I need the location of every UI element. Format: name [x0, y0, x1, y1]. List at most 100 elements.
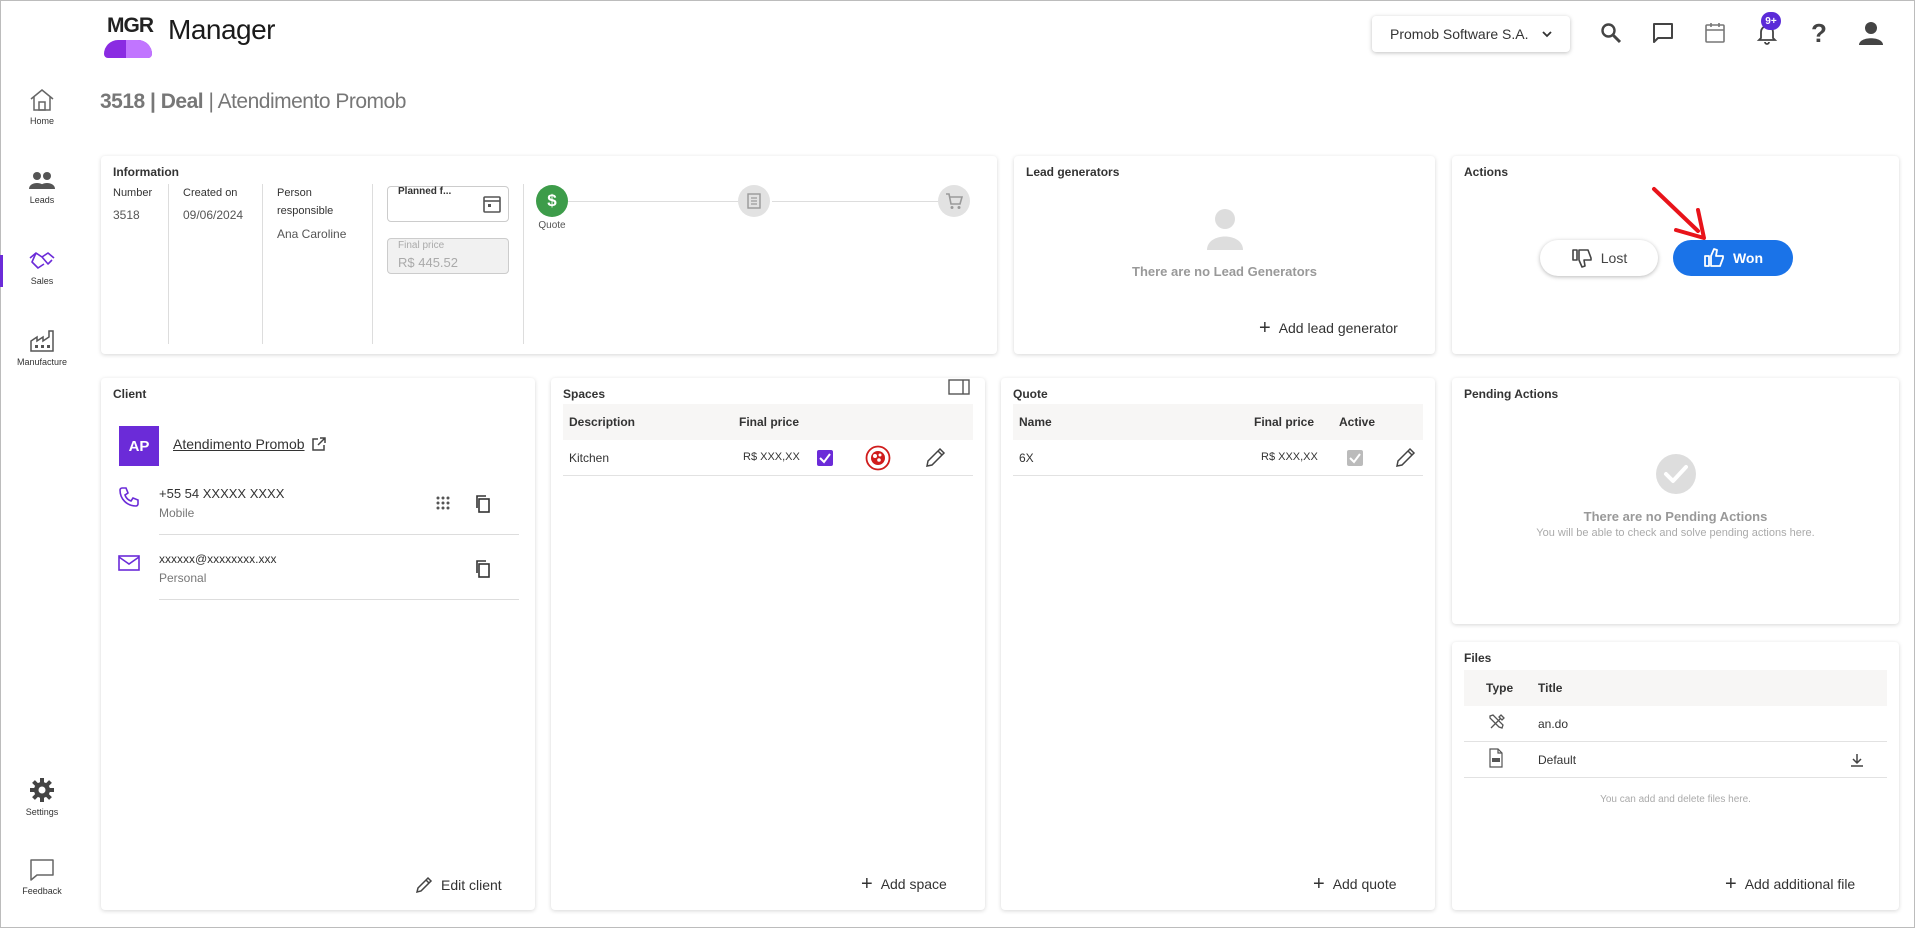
table-row[interactable]: Default	[1464, 742, 1887, 778]
pdf-icon	[1489, 748, 1503, 768]
feedback-icon	[30, 859, 54, 881]
lead-generators-card: Lead generators There are no Lead Genera…	[1014, 156, 1435, 354]
plus-icon: +	[1259, 317, 1271, 339]
quote-title: Quote	[1013, 387, 1048, 401]
person-icon	[1207, 209, 1243, 250]
add-space-button[interactable]: + Add space	[861, 873, 947, 895]
planned-date-field[interactable]: Planned f...	[387, 186, 509, 222]
client-name: Atendimento Promob	[173, 436, 305, 452]
divider	[262, 184, 263, 344]
app-title: Manager	[168, 14, 276, 45]
nav-item-feedback[interactable]: Feedback	[12, 858, 72, 896]
copy-icon[interactable]	[475, 495, 491, 513]
add-additional-file-button[interactable]: + Add additional file	[1725, 873, 1855, 895]
nav-item-manufacture[interactable]: Manufacture	[12, 329, 72, 367]
actions-card: Actions Lost Won	[1452, 156, 1899, 354]
files-note: You can add and delete files here.	[1600, 794, 1751, 805]
add-lead-generator-button[interactable]: + Add lead generator	[1259, 317, 1398, 339]
document-icon	[747, 193, 761, 209]
nav-label: Feedback	[22, 886, 62, 896]
final-price-value: R$ 445.52	[398, 255, 458, 270]
dialpad-icon[interactable]	[436, 496, 450, 512]
won-button[interactable]: Won	[1673, 240, 1793, 276]
phone-icon	[119, 487, 139, 507]
plus-icon: +	[861, 873, 873, 895]
file-title: Default	[1538, 753, 1577, 767]
step-quote[interactable]: $	[536, 185, 568, 217]
pending-empty-subtitle: You will be able to check and solve pend…	[1536, 527, 1815, 539]
nav-item-sales[interactable]: Sales	[12, 250, 72, 286]
pending-empty-title: There are no Pending Actions	[1583, 509, 1768, 524]
quote-card: Quote Name Final price Active 6X R$ XXX,…	[1001, 378, 1435, 910]
render-icon[interactable]	[865, 445, 891, 471]
spaces-card: Spaces Description Final price Kitchen R…	[551, 378, 985, 910]
account-icon[interactable]	[1856, 18, 1886, 48]
information-card: Information Number 3518 Created on 09/06…	[101, 156, 997, 354]
number-value: 3518	[113, 208, 140, 222]
deal-id: 3518 | Deal	[100, 90, 204, 113]
panel-toggle-icon[interactable]	[948, 379, 970, 395]
nav-item-leads[interactable]: Leads	[12, 171, 72, 205]
calendar-icon[interactable]	[1700, 18, 1730, 48]
table-row[interactable]: Kitchen R$ XXX,XX	[563, 440, 973, 476]
company-name: Promob Software S.A.	[1390, 26, 1529, 42]
col-final-price: Final price	[739, 415, 800, 429]
space-description: Kitchen	[569, 451, 610, 465]
copy-icon[interactable]	[475, 560, 491, 578]
calendar-icon[interactable]	[482, 194, 502, 214]
download-icon[interactable]	[1849, 752, 1865, 768]
thumbs-up-icon	[1704, 248, 1724, 267]
deal-name: Atendimento Promob	[217, 90, 407, 113]
number-label: Number	[113, 187, 153, 199]
pencil-icon[interactable]	[924, 447, 946, 469]
information-title: Information	[113, 165, 179, 179]
created-value: 09/06/2024	[183, 208, 244, 222]
quote-name: 6X	[1019, 451, 1034, 465]
nav-item-home[interactable]: Home	[12, 88, 72, 126]
check-icon	[819, 453, 831, 464]
client-link[interactable]: Atendimento Promob	[173, 436, 327, 452]
space-checkbox[interactable]	[817, 450, 833, 466]
spaces-title: Spaces	[563, 387, 606, 401]
app-logo[interactable]: MGR	[102, 10, 154, 58]
step-purchase[interactable]	[938, 185, 970, 217]
notification-badge: 9+	[1761, 12, 1781, 30]
final-price-field: Final price R$ 445.52	[387, 238, 509, 274]
external-link-icon	[311, 437, 326, 451]
won-label: Won	[1732, 250, 1764, 266]
nav-label: Settings	[25, 807, 59, 817]
help-glyph: ?	[1811, 17, 1827, 48]
add-quote-label: Add quote	[1332, 876, 1397, 892]
handshake-icon	[29, 252, 55, 269]
page-title: 3518 | Deal | Atendimento Promob	[100, 90, 406, 114]
files-card: Files Type Title an.do Default You can a…	[1452, 642, 1899, 910]
nav-label: Home	[29, 116, 54, 126]
cart-icon	[946, 193, 963, 209]
person-value: Ana Caroline	[277, 227, 347, 241]
divider	[168, 184, 169, 344]
nav-item-settings[interactable]: Settings	[12, 777, 72, 817]
check-circle-icon	[1656, 454, 1696, 494]
title-separator: |	[203, 90, 218, 113]
table-row[interactable]: an.do	[1464, 706, 1887, 742]
search-icon[interactable]	[1596, 18, 1626, 48]
edit-client-button[interactable]: Edit client	[415, 876, 502, 894]
add-space-label: Add space	[880, 876, 947, 892]
step-order[interactable]	[738, 185, 770, 217]
quote-table-header: Name Final price Active	[1013, 404, 1423, 440]
space-price: R$ XXX,XX	[743, 451, 800, 463]
lost-button[interactable]: Lost	[1540, 240, 1658, 276]
nav-label: Manufacture	[16, 357, 68, 367]
divider	[159, 534, 519, 535]
company-select[interactable]: Promob Software S.A.	[1372, 16, 1570, 52]
pencil-icon[interactable]	[1394, 447, 1416, 469]
add-quote-button[interactable]: + Add quote	[1313, 874, 1397, 894]
plus-icon: +	[1725, 873, 1737, 895]
mail-icon	[118, 555, 140, 571]
help-icon[interactable]: ?	[1804, 18, 1834, 48]
table-row[interactable]: 6X R$ XXX,XX	[1013, 440, 1423, 476]
divider	[523, 184, 524, 344]
chat-icon[interactable]	[1648, 18, 1678, 48]
client-title: Client	[113, 387, 147, 401]
file-title: an.do	[1538, 717, 1569, 731]
